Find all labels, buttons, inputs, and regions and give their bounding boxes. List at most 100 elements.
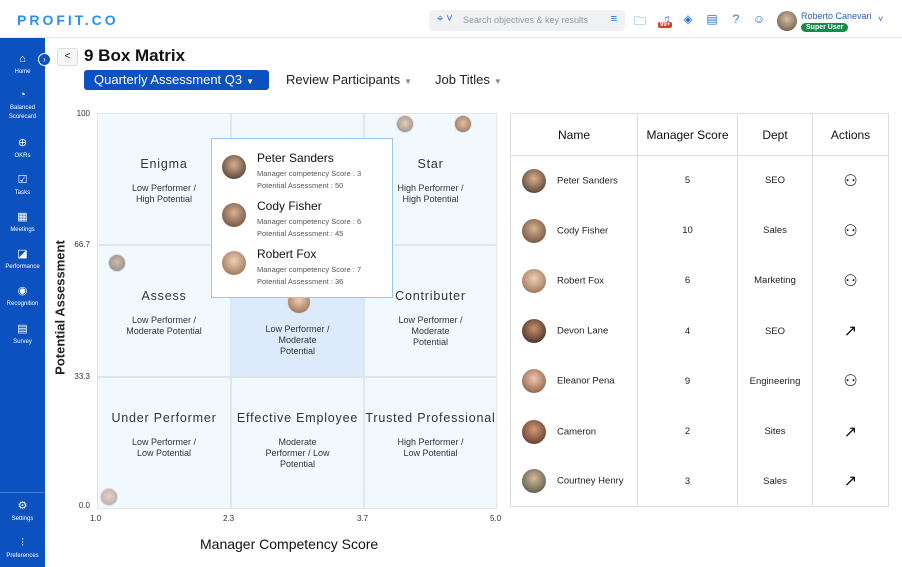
calendar-icon: ▦ (17, 211, 28, 223)
table-row[interactable]: Courtney Henry 3 Sales ↗ (510, 456, 889, 508)
sidebar-item-performance[interactable]: ◪ Performance (0, 248, 45, 272)
sidebar-item-survey[interactable]: ▤ Survey (0, 323, 45, 347)
cell-subtitle: High Performer / Low Potential (397, 437, 464, 458)
matrix-cell[interactable]: Effective Employee Moderate Performer / L… (231, 377, 364, 509)
employee-name[interactable]: Cody Fisher (557, 225, 608, 236)
user-name[interactable]: Roberto Canevari (801, 11, 872, 21)
y-axis-label: Potential Assessment (52, 240, 68, 375)
dept: Sites (737, 406, 813, 457)
avatar (522, 369, 546, 394)
employee-table: Name Manager Score Dept Actions Peter Sa… (510, 113, 889, 508)
table-row[interactable]: Cameron 2 Sites ↗ (510, 406, 889, 457)
user-settings-icon[interactable]: ⚇ (843, 373, 857, 390)
table-row[interactable]: Robert Fox 6 Marketing ⚇ (510, 255, 889, 307)
sliders-icon: ⫶ (21, 537, 24, 549)
label: Performance (5, 264, 40, 270)
name: Cody Fisher (257, 199, 322, 213)
potential: Potential Assessment : 50 (257, 181, 344, 190)
matrix-cell[interactable]: Under Performer Low Performer / Low Poten… (97, 377, 231, 509)
matrix-cell[interactable]: Trusted Professional High Performer / Low… (364, 377, 497, 509)
x-axis-label: Manager Competency Score (200, 536, 379, 552)
manager-score: 10 (637, 205, 738, 256)
employee-name[interactable]: Peter Sanders (557, 175, 618, 186)
employee-name[interactable]: Devon Lane (557, 326, 608, 337)
x-tick: 3.7 (357, 514, 369, 523)
label: Tasks (14, 190, 31, 196)
name-cell: Devon Lane (510, 306, 638, 357)
growth-chart-icon[interactable]: ↗ (844, 424, 857, 441)
column-header: Name (510, 113, 638, 156)
employee-avatar[interactable] (108, 254, 126, 272)
review-participants-dropdown[interactable]: Review Participants ▼ (286, 72, 412, 87)
layers-icon[interactable]: ◈ (680, 12, 696, 28)
dept: Marketing (737, 255, 813, 307)
sidebar-item-recognition[interactable]: ◉ Recognition (0, 285, 45, 309)
folder-search-icon[interactable]: 🗀 (632, 12, 648, 28)
feedback-icon[interactable]: ☺ (751, 12, 767, 28)
caret-down-icon: ▼ (404, 77, 413, 86)
table-row[interactable]: Eleanor Pena 9 Engineering ⚇ (510, 356, 889, 407)
label: Review Participants (286, 72, 401, 87)
job-titles-dropdown[interactable]: Job Titles ▼ (435, 72, 502, 87)
logo[interactable]: PROFIT.CO (17, 12, 119, 28)
employee-avatar[interactable] (396, 115, 414, 133)
sidebar-item-preferences[interactable]: ⫶ Preferences (0, 537, 45, 561)
growth-chart-icon[interactable]: ↗ (844, 323, 857, 340)
sidebar-item-tasks[interactable]: ☑ Tasks (0, 174, 45, 198)
potential: Potential Assessment : 36 (257, 277, 344, 286)
user-settings-icon[interactable]: ⚇ (843, 273, 857, 290)
expand-sidebar-button[interactable]: › (38, 53, 51, 66)
target-dropdown-icon[interactable]: ⌖ ˅ (437, 13, 453, 26)
cell-title: Trusted Professional (365, 411, 496, 425)
label: OKRs (14, 153, 31, 159)
avatar[interactable] (777, 11, 797, 31)
report-icon[interactable]: ▤ (704, 12, 720, 28)
avatar (522, 419, 546, 444)
growth-chart-icon[interactable]: ↗ (844, 473, 857, 490)
user-settings-icon[interactable]: ⚇ (843, 223, 857, 240)
x-tick: 5.0 (490, 514, 502, 523)
filter-icon[interactable]: ≡ (611, 13, 617, 25)
employee-name[interactable]: Courtney Henry (557, 476, 624, 487)
cell-subtitle: Moderate Performer / Low Potential (265, 437, 330, 469)
gauge-icon: ◔ (19, 89, 26, 101)
employee-avatar[interactable] (454, 115, 472, 133)
dept: Engineering (737, 356, 813, 407)
employee-name[interactable]: Eleanor Pena (557, 376, 615, 387)
back-button[interactable]: < (57, 48, 78, 66)
manager-score: 2 (637, 406, 738, 457)
y-tick: 33.3 (74, 372, 90, 381)
cell-subtitle: Low Performer / Moderate Potential (126, 315, 202, 336)
label: Settings (11, 516, 34, 522)
x-tick: 2.3 (223, 514, 235, 523)
chevron-down-icon[interactable]: ˅ (878, 14, 883, 24)
role-badge: Super User (801, 23, 849, 32)
sidebar: ⌂ Home ◔ Balanced Scorecard ⊕ OKRs ☑ Tasks ▦… (0, 38, 45, 567)
score: Manager competency Score : 7 (257, 265, 362, 274)
table-row[interactable]: Cody Fisher 10 Sales ⚇ (510, 205, 889, 256)
column-header: Dept (737, 113, 813, 156)
target-icon: ⊕ (17, 137, 28, 149)
employee-name[interactable]: Robert Fox (557, 275, 604, 286)
search-input[interactable]: ⌖ ˅ Search objectives & key results ≡ (429, 10, 625, 31)
help-icon[interactable]: ? (728, 12, 744, 28)
search-placeholder: Search objectives & key results (463, 15, 589, 25)
employee-avatar[interactable] (100, 488, 118, 506)
user-settings-icon[interactable]: ⚇ (843, 173, 857, 190)
potential: Potential Assessment : 45 (257, 229, 344, 238)
table-row[interactable]: Devon Lane 4 SEO ↗ (510, 306, 889, 357)
caret-down-icon: ▼ (246, 77, 255, 86)
name: Robert Fox (257, 247, 317, 261)
column-header: Manager Score (637, 113, 738, 156)
divider (0, 492, 45, 493)
employee-name[interactable]: Cameron (557, 426, 596, 437)
sidebar-item-settings[interactable]: ⚙ Settings (0, 500, 45, 524)
assessment-dropdown[interactable]: Quarterly Assessment Q3 ▼ (84, 70, 269, 90)
table-row[interactable]: Peter Sanders 5 SEO ⚇ (510, 155, 889, 206)
sidebar-item-okrs[interactable]: ⊕ OKRs (0, 137, 45, 161)
survey-icon: ▤ (17, 323, 28, 335)
sidebar-item-balanced-scorecard[interactable]: ◔ Balanced Scorecard (0, 89, 45, 122)
dept: Sales (737, 456, 813, 508)
notification-badge: 99+ (658, 22, 673, 28)
sidebar-item-meetings[interactable]: ▦ Meetings (0, 211, 45, 235)
